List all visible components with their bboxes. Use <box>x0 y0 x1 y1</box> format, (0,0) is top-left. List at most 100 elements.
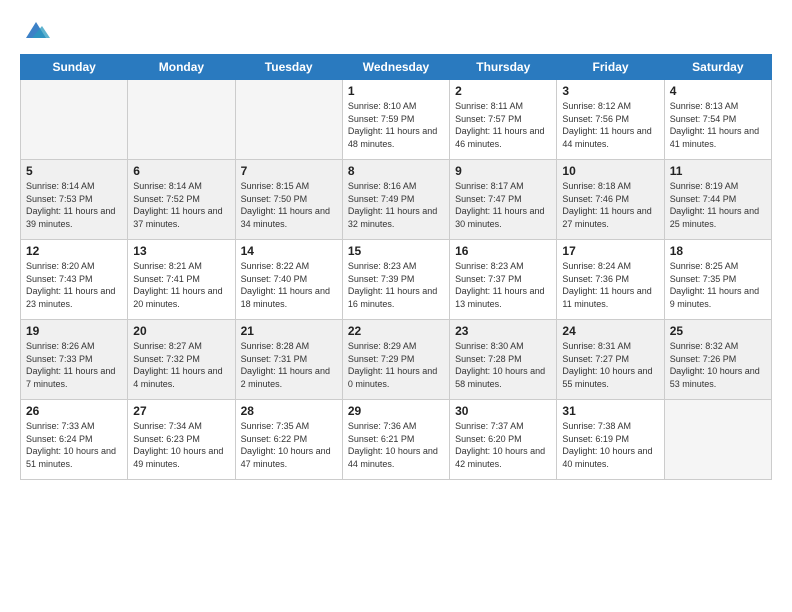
day-number: 5 <box>26 164 122 178</box>
day-number: 15 <box>348 244 444 258</box>
calendar-header-row: SundayMondayTuesdayWednesdayThursdayFrid… <box>21 55 772 80</box>
day-number: 1 <box>348 84 444 98</box>
calendar-cell: 1 Sunrise: 8:10 AM Sunset: 7:59 PM Daylig… <box>342 80 449 160</box>
calendar-header-saturday: Saturday <box>664 55 771 80</box>
calendar-cell: 7 Sunrise: 8:15 AM Sunset: 7:50 PM Daylig… <box>235 160 342 240</box>
calendar-week-row: 26 Sunrise: 7:33 AM Sunset: 6:24 PM Dayli… <box>21 400 772 480</box>
day-info: Sunrise: 8:12 AM Sunset: 7:56 PM Dayligh… <box>562 100 658 150</box>
day-info: Sunrise: 8:19 AM Sunset: 7:44 PM Dayligh… <box>670 180 766 230</box>
day-info: Sunrise: 8:14 AM Sunset: 7:53 PM Dayligh… <box>26 180 122 230</box>
day-number: 19 <box>26 324 122 338</box>
calendar-cell: 8 Sunrise: 8:16 AM Sunset: 7:49 PM Daylig… <box>342 160 449 240</box>
day-info: Sunrise: 8:17 AM Sunset: 7:47 PM Dayligh… <box>455 180 551 230</box>
calendar-cell: 2 Sunrise: 8:11 AM Sunset: 7:57 PM Daylig… <box>450 80 557 160</box>
calendar-cell: 29 Sunrise: 7:36 AM Sunset: 6:21 PM Dayli… <box>342 400 449 480</box>
day-info: Sunrise: 8:24 AM Sunset: 7:36 PM Dayligh… <box>562 260 658 310</box>
header <box>20 16 772 44</box>
day-number: 18 <box>670 244 766 258</box>
calendar-cell: 16 Sunrise: 8:23 AM Sunset: 7:37 PM Dayli… <box>450 240 557 320</box>
calendar-cell: 10 Sunrise: 8:18 AM Sunset: 7:46 PM Dayli… <box>557 160 664 240</box>
day-number: 10 <box>562 164 658 178</box>
day-number: 17 <box>562 244 658 258</box>
calendar-cell: 13Sunrise: 8:21 AM Sunset: 7:41 PM Dayli… <box>128 240 235 320</box>
day-number: 27 <box>133 404 229 418</box>
day-info: Sunrise: 8:30 AM Sunset: 7:28 PM Dayligh… <box>455 340 551 390</box>
calendar-cell: 17 Sunrise: 8:24 AM Sunset: 7:36 PM Dayli… <box>557 240 664 320</box>
calendar-cell: 9 Sunrise: 8:17 AM Sunset: 7:47 PM Daylig… <box>450 160 557 240</box>
calendar-cell: 28 Sunrise: 7:35 AM Sunset: 6:22 PM Dayli… <box>235 400 342 480</box>
calendar-cell: 20 Sunrise: 8:27 AM Sunset: 7:32 PM Dayli… <box>128 320 235 400</box>
day-number: 9 <box>455 164 551 178</box>
calendar-cell <box>21 80 128 160</box>
day-info: Sunrise: 8:13 AM Sunset: 7:54 PM Dayligh… <box>670 100 766 150</box>
calendar-cell <box>128 80 235 160</box>
day-info: Sunrise: 8:25 AM Sunset: 7:35 PM Dayligh… <box>670 260 766 310</box>
day-number: 22 <box>348 324 444 338</box>
calendar-cell: 6 Sunrise: 8:14 AM Sunset: 7:52 PM Daylig… <box>128 160 235 240</box>
day-number: 25 <box>670 324 766 338</box>
day-number: 30 <box>455 404 551 418</box>
day-info: Sunrise: 8:31 AM Sunset: 7:27 PM Dayligh… <box>562 340 658 390</box>
calendar-header-tuesday: Tuesday <box>235 55 342 80</box>
calendar-header-wednesday: Wednesday <box>342 55 449 80</box>
day-info: Sunrise: 8:26 AM Sunset: 7:33 PM Dayligh… <box>26 340 122 390</box>
day-info: Sunrise: 8:28 AM Sunset: 7:31 PM Dayligh… <box>241 340 337 390</box>
day-number: 6 <box>133 164 229 178</box>
day-info: Sunrise: 7:38 AM Sunset: 6:19 PM Dayligh… <box>562 420 658 470</box>
calendar-page: SundayMondayTuesdayWednesdayThursdayFrid… <box>0 0 792 612</box>
calendar-cell <box>664 400 771 480</box>
day-number: 4 <box>670 84 766 98</box>
calendar-header-monday: Monday <box>128 55 235 80</box>
logo <box>20 16 50 44</box>
day-info: Sunrise: 8:29 AM Sunset: 7:29 PM Dayligh… <box>348 340 444 390</box>
day-number: 7 <box>241 164 337 178</box>
calendar-cell: 22 Sunrise: 8:29 AM Sunset: 7:29 PM Dayli… <box>342 320 449 400</box>
day-info: Sunrise: 8:14 AM Sunset: 7:52 PM Dayligh… <box>133 180 229 230</box>
day-number: 24 <box>562 324 658 338</box>
day-info: Sunrise: 8:11 AM Sunset: 7:57 PM Dayligh… <box>455 100 551 150</box>
calendar-cell: 11 Sunrise: 8:19 AM Sunset: 7:44 PM Dayli… <box>664 160 771 240</box>
calendar-header-friday: Friday <box>557 55 664 80</box>
day-number: 8 <box>348 164 444 178</box>
day-number: 29 <box>348 404 444 418</box>
day-info: Sunrise: 7:35 AM Sunset: 6:22 PM Dayligh… <box>241 420 337 470</box>
day-number: 31 <box>562 404 658 418</box>
day-info: Sunrise: 8:16 AM Sunset: 7:49 PM Dayligh… <box>348 180 444 230</box>
calendar-week-row: 1 Sunrise: 8:10 AM Sunset: 7:59 PM Daylig… <box>21 80 772 160</box>
day-number: 28 <box>241 404 337 418</box>
calendar-cell: 19 Sunrise: 8:26 AM Sunset: 7:33 PM Dayli… <box>21 320 128 400</box>
calendar-cell: 26 Sunrise: 7:33 AM Sunset: 6:24 PM Dayli… <box>21 400 128 480</box>
day-info: Sunrise: 7:37 AM Sunset: 6:20 PM Dayligh… <box>455 420 551 470</box>
calendar-cell: 4 Sunrise: 8:13 AM Sunset: 7:54 PM Daylig… <box>664 80 771 160</box>
day-info: Sunrise: 8:32 AM Sunset: 7:26 PM Dayligh… <box>670 340 766 390</box>
day-info: Sunrise: 8:18 AM Sunset: 7:46 PM Dayligh… <box>562 180 658 230</box>
calendar-week-row: 12Sunrise: 8:20 AM Sunset: 7:43 PM Dayli… <box>21 240 772 320</box>
day-info: Sunrise: 8:27 AM Sunset: 7:32 PM Dayligh… <box>133 340 229 390</box>
day-number: 13 <box>133 244 229 258</box>
calendar-cell: 25 Sunrise: 8:32 AM Sunset: 7:26 PM Dayli… <box>664 320 771 400</box>
day-info: Sunrise: 7:33 AM Sunset: 6:24 PM Dayligh… <box>26 420 122 470</box>
day-number: 2 <box>455 84 551 98</box>
calendar-cell: 12Sunrise: 8:20 AM Sunset: 7:43 PM Dayli… <box>21 240 128 320</box>
calendar-cell: 27 Sunrise: 7:34 AM Sunset: 6:23 PM Dayli… <box>128 400 235 480</box>
calendar-cell: 18 Sunrise: 8:25 AM Sunset: 7:35 PM Dayli… <box>664 240 771 320</box>
day-info: Sunrise: 8:23 AM Sunset: 7:39 PM Dayligh… <box>348 260 444 310</box>
day-info: Sunrise: 8:22 AM Sunset: 7:40 PM Dayligh… <box>241 260 337 310</box>
day-number: 20 <box>133 324 229 338</box>
day-number: 11 <box>670 164 766 178</box>
calendar-cell: 15 Sunrise: 8:23 AM Sunset: 7:39 PM Dayli… <box>342 240 449 320</box>
day-number: 23 <box>455 324 551 338</box>
calendar-cell <box>235 80 342 160</box>
calendar-cell: 24 Sunrise: 8:31 AM Sunset: 7:27 PM Dayli… <box>557 320 664 400</box>
day-number: 26 <box>26 404 122 418</box>
day-number: 3 <box>562 84 658 98</box>
day-info: Sunrise: 8:15 AM Sunset: 7:50 PM Dayligh… <box>241 180 337 230</box>
day-info: Sunrise: 7:34 AM Sunset: 6:23 PM Dayligh… <box>133 420 229 470</box>
day-number: 16 <box>455 244 551 258</box>
day-info: Sunrise: 8:20 AM Sunset: 7:43 PM Dayligh… <box>26 260 122 310</box>
day-info: Sunrise: 8:10 AM Sunset: 7:59 PM Dayligh… <box>348 100 444 150</box>
calendar-cell: 5 Sunrise: 8:14 AM Sunset: 7:53 PM Daylig… <box>21 160 128 240</box>
calendar-cell: 14Sunrise: 8:22 AM Sunset: 7:40 PM Dayli… <box>235 240 342 320</box>
day-info: Sunrise: 7:36 AM Sunset: 6:21 PM Dayligh… <box>348 420 444 470</box>
day-info: Sunrise: 8:23 AM Sunset: 7:37 PM Dayligh… <box>455 260 551 310</box>
